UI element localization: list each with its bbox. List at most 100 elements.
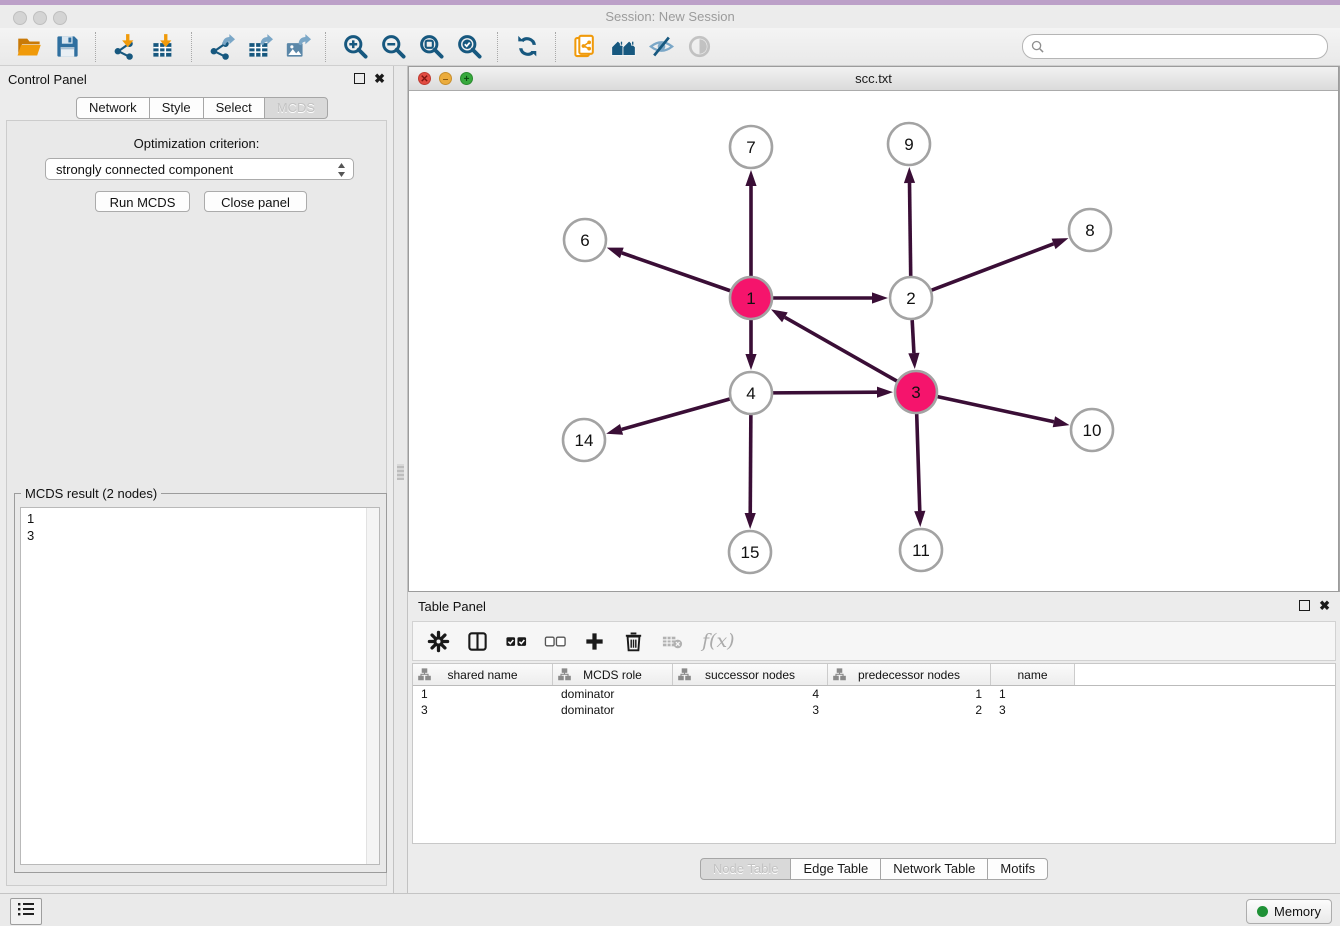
graph-edge-3-1[interactable] <box>771 309 897 381</box>
add-button[interactable] <box>581 628 607 654</box>
column-header-shared-name[interactable]: shared name <box>413 664 553 685</box>
graph-node-11[interactable]: 11 <box>900 529 942 571</box>
table-row[interactable]: 1dominator411 <box>413 686 1335 702</box>
column-tree-icon <box>678 668 691 684</box>
table-body: 1dominator4113dominator323 <box>413 686 1335 718</box>
graph-edge-4-3[interactable] <box>773 387 893 398</box>
column-header-name[interactable]: name <box>991 664 1075 685</box>
zoom-in-icon <box>342 33 369 60</box>
cell-MCDS-role[interactable]: dominator <box>553 703 673 717</box>
graph-node-14[interactable]: 14 <box>563 419 605 461</box>
delete-button[interactable] <box>620 628 646 654</box>
network-window-titlebar[interactable]: ✕ – + scc.txt <box>409 67 1338 91</box>
tab-node-table[interactable]: Node Table <box>700 858 792 880</box>
graph-edge-2-3[interactable] <box>908 320 919 369</box>
float-panel-icon[interactable] <box>354 73 365 84</box>
graph-node-15[interactable]: 15 <box>729 531 771 573</box>
close-panel-icon[interactable]: ✖ <box>374 74 385 83</box>
zoom-fit-button[interactable] <box>412 30 450 64</box>
svg-text:4: 4 <box>746 384 755 403</box>
optimization-criterion-select[interactable]: strongly connected component <box>45 158 354 180</box>
graph-node-2[interactable]: 2 <box>890 277 932 319</box>
run-mcds-button[interactable]: Run MCDS <box>95 191 190 212</box>
cell-predecessor-nodes[interactable]: 2 <box>828 703 991 717</box>
graph-edge-1-7[interactable] <box>745 170 756 276</box>
tab-motifs[interactable]: Motifs <box>987 858 1048 880</box>
graph-edge-1-2[interactable] <box>773 292 888 303</box>
column-label: shared name <box>447 668 517 682</box>
cell-name[interactable]: 3 <box>991 703 1075 717</box>
column-tree-icon <box>833 668 846 684</box>
toolbar-separator <box>497 32 499 62</box>
export-image-button[interactable] <box>278 30 316 64</box>
fx-button[interactable]: f(x) <box>702 630 735 652</box>
svg-text:14: 14 <box>575 431 594 450</box>
task-history-button[interactable] <box>10 898 42 925</box>
graph-node-10[interactable]: 10 <box>1071 409 1113 451</box>
memory-button[interactable]: Memory <box>1246 899 1332 924</box>
graph-edge-2-8[interactable] <box>932 238 1069 290</box>
tab-style[interactable]: Style <box>149 97 204 119</box>
delete-table-button[interactable] <box>659 628 685 654</box>
columns-button[interactable] <box>464 628 490 654</box>
close-panel-button[interactable]: Close panel <box>204 191 307 212</box>
import-network-button[interactable] <box>106 30 144 64</box>
open-file-button[interactable] <box>10 30 48 64</box>
deselect-all-button[interactable] <box>542 628 568 654</box>
tab-network-table[interactable]: Network Table <box>880 858 988 880</box>
graph-node-8[interactable]: 8 <box>1069 209 1111 251</box>
new-network-from-selection-button[interactable] <box>566 30 604 64</box>
graph-svg[interactable]: 1 2 3 4 6 7 8 9 10 11 14 15 <box>409 91 1338 591</box>
cell-shared-name[interactable]: 3 <box>413 703 553 717</box>
search-input[interactable] <box>1049 38 1319 55</box>
graph-edge-4-15[interactable] <box>745 415 756 529</box>
graph-node-7[interactable]: 7 <box>730 126 772 168</box>
graph-edge-4-14[interactable] <box>606 399 730 435</box>
refresh-button[interactable] <box>508 30 546 64</box>
home-button[interactable] <box>604 30 642 64</box>
table-row[interactable]: 3dominator323 <box>413 702 1335 718</box>
import-table-button[interactable] <box>144 30 182 64</box>
cell-shared-name[interactable]: 1 <box>413 687 553 701</box>
column-header-successor-nodes[interactable]: successor nodes <box>673 664 828 685</box>
graph-edge-3-10[interactable] <box>938 397 1070 428</box>
gear-button[interactable] <box>425 628 451 654</box>
export-network-button[interactable] <box>202 30 240 64</box>
cell-MCDS-role[interactable]: dominator <box>553 687 673 701</box>
memory-status-icon <box>1257 906 1268 917</box>
tab-select[interactable]: Select <box>203 97 265 119</box>
table-float-panel-icon[interactable] <box>1299 600 1310 611</box>
graph-edge-3-11[interactable] <box>914 414 925 527</box>
cell-predecessor-nodes[interactable]: 1 <box>828 687 991 701</box>
column-header-MCDS-role[interactable]: MCDS role <box>553 664 673 685</box>
graph-node-4[interactable]: 4 <box>730 372 772 414</box>
graph-node-9[interactable]: 9 <box>888 123 930 165</box>
graph-node-1[interactable]: 1 <box>730 277 772 319</box>
panel-splitter[interactable] <box>393 66 408 893</box>
cell-successor-nodes[interactable]: 4 <box>673 687 828 701</box>
zoom-selected-button[interactable] <box>450 30 488 64</box>
splitter-grip[interactable] <box>397 464 404 480</box>
table-close-panel-icon[interactable]: ✖ <box>1319 601 1330 610</box>
tab-edge-table[interactable]: Edge Table <box>790 858 881 880</box>
graph-edge-1-6[interactable] <box>607 248 731 291</box>
search-field[interactable] <box>1022 34 1328 59</box>
column-header-predecessor-nodes[interactable]: predecessor nodes <box>828 664 991 685</box>
zoom-out-button[interactable] <box>374 30 412 64</box>
cell-name[interactable]: 1 <box>991 687 1075 701</box>
cell-successor-nodes[interactable]: 3 <box>673 703 828 717</box>
graph-edge-2-9[interactable] <box>904 167 915 276</box>
export-table-button[interactable] <box>240 30 278 64</box>
graph-node-3[interactable]: 3 <box>895 371 937 413</box>
save-session-button[interactable] <box>48 30 86 64</box>
hide-graphics-button[interactable] <box>642 30 680 64</box>
select-all-button[interactable] <box>503 628 529 654</box>
graph-node-6[interactable]: 6 <box>564 219 606 261</box>
column-label: predecessor nodes <box>858 668 960 682</box>
graph-edge-1-4[interactable] <box>745 320 756 370</box>
show-graphics-details-button[interactable] <box>680 30 718 64</box>
result-scrollbar[interactable] <box>366 508 379 864</box>
zoom-in-button[interactable] <box>336 30 374 64</box>
tab-mcds[interactable]: MCDS <box>264 97 328 119</box>
tab-network[interactable]: Network <box>76 97 150 119</box>
